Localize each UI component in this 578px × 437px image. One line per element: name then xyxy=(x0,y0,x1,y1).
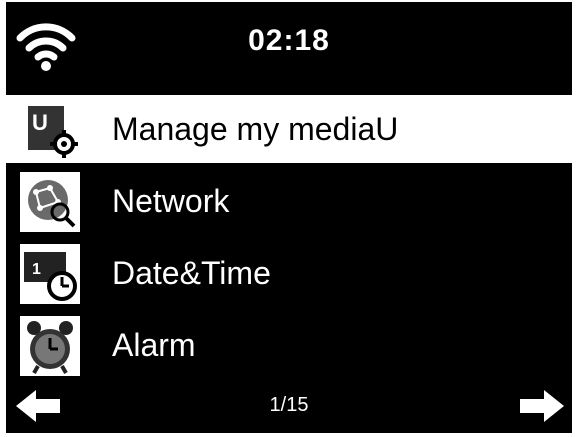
menu-item-label: Manage my mediaU xyxy=(112,111,399,147)
arrow-right-icon[interactable] xyxy=(520,390,564,422)
page-indicator: 1/15 xyxy=(269,394,309,416)
footer-bar: 1/15 xyxy=(6,380,572,430)
radio-display: 02:18 U Manage my mediaU Network 1 Date&… xyxy=(6,2,572,433)
menu-item-network[interactable]: Network xyxy=(6,167,572,235)
status-bar: 02:18 xyxy=(6,2,572,88)
menu-item-date-time[interactable]: 1 Date&Time xyxy=(6,239,572,307)
calendar-clock-icon: 1 xyxy=(20,244,80,304)
clock: 02:18 xyxy=(248,24,330,57)
menu-item-alarm[interactable]: Alarm xyxy=(6,311,572,379)
svg-text:U: U xyxy=(32,110,48,135)
menu-item-manage-mediau[interactable]: U Manage my mediaU xyxy=(6,95,572,163)
menu-item-label: Date&Time xyxy=(112,255,271,291)
menu-item-label: Alarm xyxy=(112,327,196,363)
network-icon xyxy=(20,172,80,232)
alarm-clock-icon xyxy=(20,316,80,376)
mediau-settings-icon: U xyxy=(28,106,78,158)
menu-item-label: Network xyxy=(112,183,230,219)
svg-text:1: 1 xyxy=(32,261,41,278)
